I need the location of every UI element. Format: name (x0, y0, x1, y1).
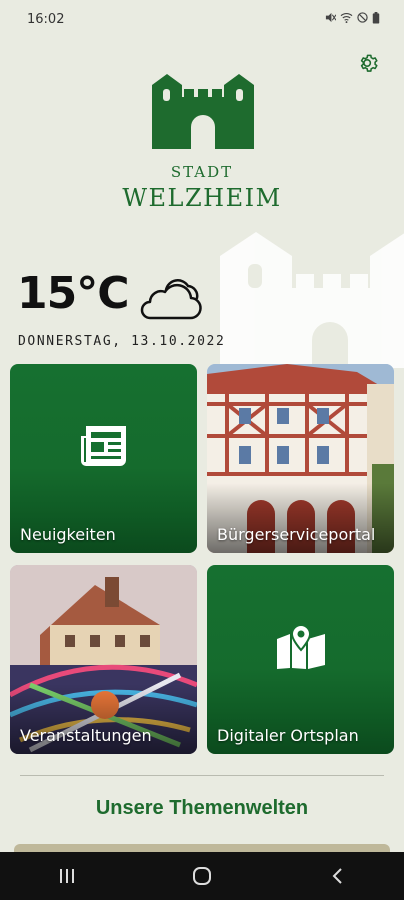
weather-date: DONNERSTAG, 13.10.2022 (18, 334, 226, 349)
back-button[interactable] (307, 856, 367, 896)
cloud-icon (140, 279, 202, 320)
tile-veranstaltungen[interactable]: Veranstaltungen (10, 565, 197, 754)
settings-button[interactable] (356, 50, 382, 76)
status-icons (325, 12, 380, 24)
system-nav-bar (0, 852, 404, 900)
section-title[interactable]: Unsere Themenwelten (0, 797, 404, 820)
city-name: WELZHEIM (122, 184, 282, 212)
tile-neuigkeiten[interactable]: Neuigkeiten (10, 364, 197, 553)
city-logo (152, 74, 254, 149)
status-time: 16:02 (27, 12, 65, 27)
mute-icon (325, 12, 336, 23)
tile-label: Veranstaltungen (20, 726, 152, 745)
battery-icon (372, 12, 380, 24)
back-icon (332, 868, 342, 884)
divider (20, 775, 384, 776)
blocked-icon (357, 12, 368, 23)
tile-label: Bürgerserviceportal (217, 525, 376, 544)
recents-button[interactable] (37, 856, 97, 896)
home-icon (192, 867, 211, 885)
home-button[interactable] (172, 856, 232, 896)
tile-label: Digitaler Ortsplan (217, 726, 359, 745)
castle-watermark (220, 232, 404, 368)
tile-label: Neuigkeiten (20, 525, 116, 544)
recents-icon (60, 869, 75, 883)
tile-digitaler-ortsplan[interactable]: Digitaler Ortsplan (207, 565, 394, 754)
map-pin-icon (276, 625, 325, 669)
temperature: 15°C (17, 268, 130, 319)
newspaper-icon (80, 426, 126, 466)
tile-buergerserviceportal[interactable]: Bürgerserviceportal (207, 364, 394, 553)
wifi-icon (340, 12, 353, 23)
status-bar: 16:02 (0, 0, 404, 40)
gear-icon (360, 54, 378, 72)
city-label: STADT (170, 163, 234, 181)
